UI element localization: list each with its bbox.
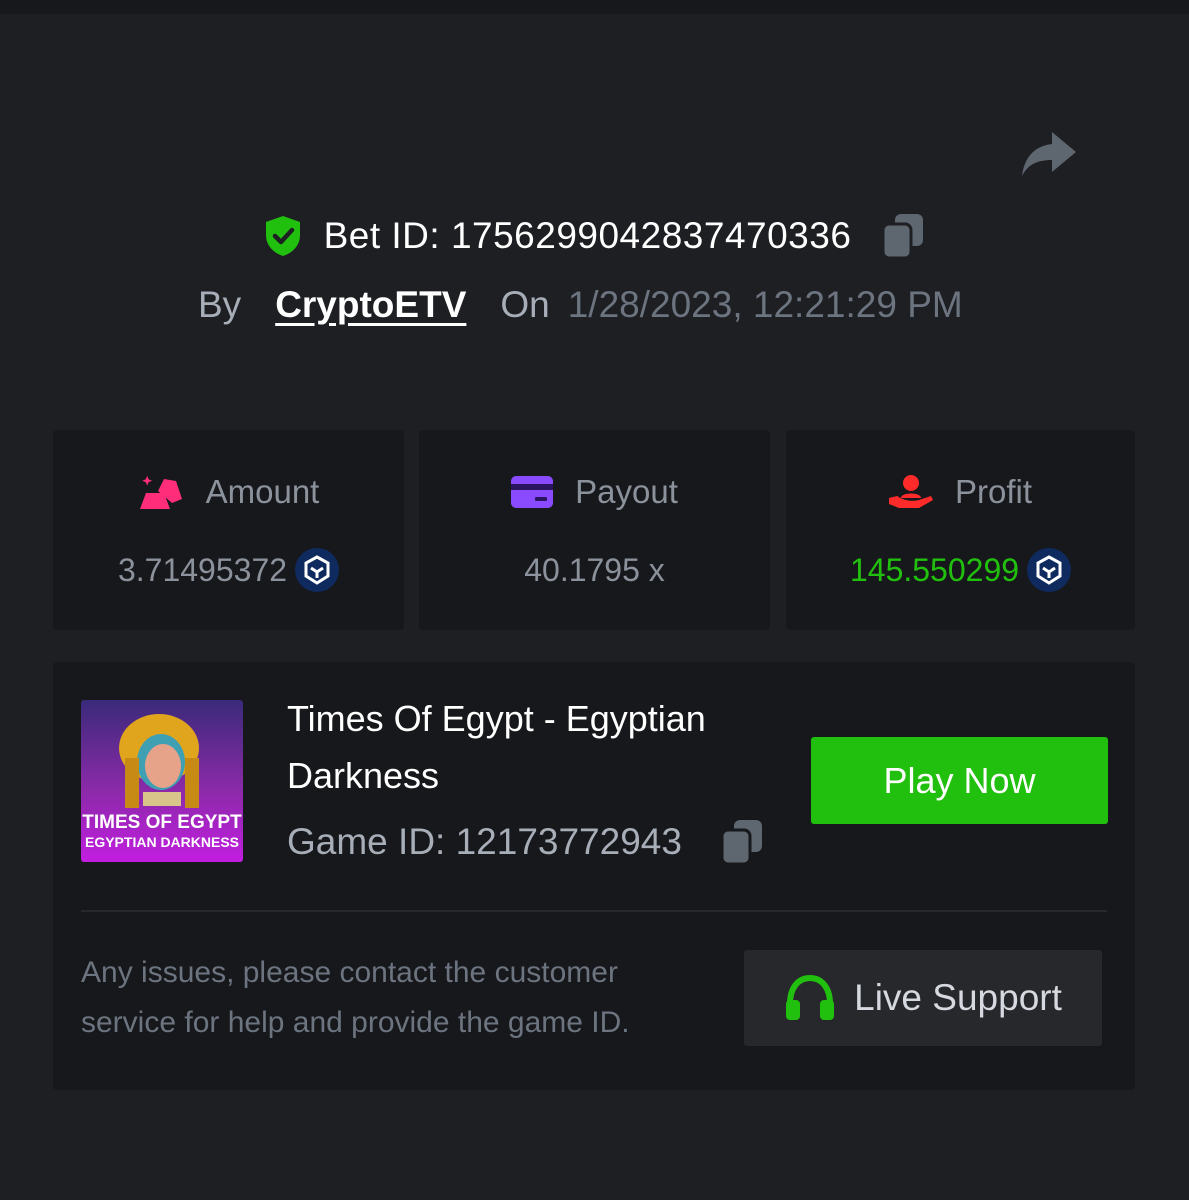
game-card: TIMES OF EGYPT EGYPTIAN DARKNESS Times O… bbox=[53, 662, 1135, 1090]
bet-author-row: By CryptoETV On 1/28/2023, 12:21:29 PM bbox=[198, 280, 963, 330]
live-support-label: Live Support bbox=[854, 977, 1062, 1018]
hand-user-icon bbox=[888, 475, 933, 508]
bet-detail-page: Bet ID: 1756299042837470336 By CryptoETV… bbox=[0, 0, 1189, 1200]
bet-id: Bet ID: 1756299042837470336 bbox=[323, 215, 852, 256]
payout-label: Payout bbox=[575, 473, 678, 510]
bet-id-row: Bet ID: 1756299042837470336 bbox=[0, 208, 1189, 264]
copy-bet-id-icon[interactable] bbox=[881, 212, 925, 260]
play-now-button[interactable]: Play Now bbox=[811, 737, 1108, 824]
thumbnail-line-2: EGYPTIAN DARKNESS bbox=[85, 834, 239, 850]
headphones-icon bbox=[786, 974, 835, 1020]
profit-header: Profit bbox=[786, 472, 1135, 512]
copy-game-id-icon[interactable] bbox=[720, 818, 764, 866]
game-thumbnail[interactable]: TIMES OF EGYPT EGYPTIAN DARKNESS bbox=[81, 700, 243, 862]
profit-card: Profit 145.550299 bbox=[786, 430, 1135, 630]
game-title[interactable]: Times Of Egypt - Egyptian Darkness bbox=[287, 690, 787, 804]
share-icon[interactable] bbox=[1018, 128, 1078, 180]
amount-label: Amount bbox=[205, 473, 320, 510]
profit-label: Profit bbox=[954, 473, 1033, 510]
top-bar bbox=[0, 0, 1189, 14]
profit-value: 145.550299 bbox=[849, 551, 1020, 588]
amount-value: 3.71495372 bbox=[117, 551, 288, 588]
on-label: On bbox=[500, 284, 550, 325]
game-id: Game ID: 12173772943 bbox=[287, 821, 682, 862]
profit-value-row: 145.550299 bbox=[786, 546, 1135, 594]
crypto-coin-icon bbox=[1027, 548, 1072, 592]
verified-shield-icon bbox=[265, 216, 300, 256]
amount-header: Amount bbox=[53, 472, 404, 512]
payout-card: Payout 40.1795 x bbox=[419, 430, 770, 630]
support-help-text: Any issues, please contact the customer … bbox=[81, 956, 630, 1039]
payout-header: Payout bbox=[419, 472, 770, 512]
amount-value-row: 3.71495372 bbox=[53, 546, 404, 594]
credit-card-icon bbox=[511, 476, 554, 508]
game-thumbnail-art: TIMES OF EGYPT EGYPTIAN DARKNESS bbox=[81, 700, 243, 862]
bet-datetime: 1/28/2023, 12:21:29 PM bbox=[567, 284, 963, 325]
gold-bars-icon bbox=[139, 475, 182, 509]
thumbnail-line-1: TIMES OF EGYPT bbox=[82, 812, 242, 833]
by-label: By bbox=[198, 284, 242, 325]
crypto-coin-icon bbox=[295, 548, 340, 592]
amount-card: Amount 3.71495372 bbox=[53, 430, 404, 630]
divider bbox=[81, 910, 1107, 912]
payout-value: 40.1795 x bbox=[524, 551, 665, 588]
username-link[interactable]: CryptoETV bbox=[275, 284, 466, 326]
payout-value-row: 40.1795 x bbox=[419, 546, 770, 594]
game-id-row: Game ID: 12173772943 bbox=[287, 814, 764, 870]
live-support-button[interactable]: Live Support bbox=[744, 950, 1102, 1046]
